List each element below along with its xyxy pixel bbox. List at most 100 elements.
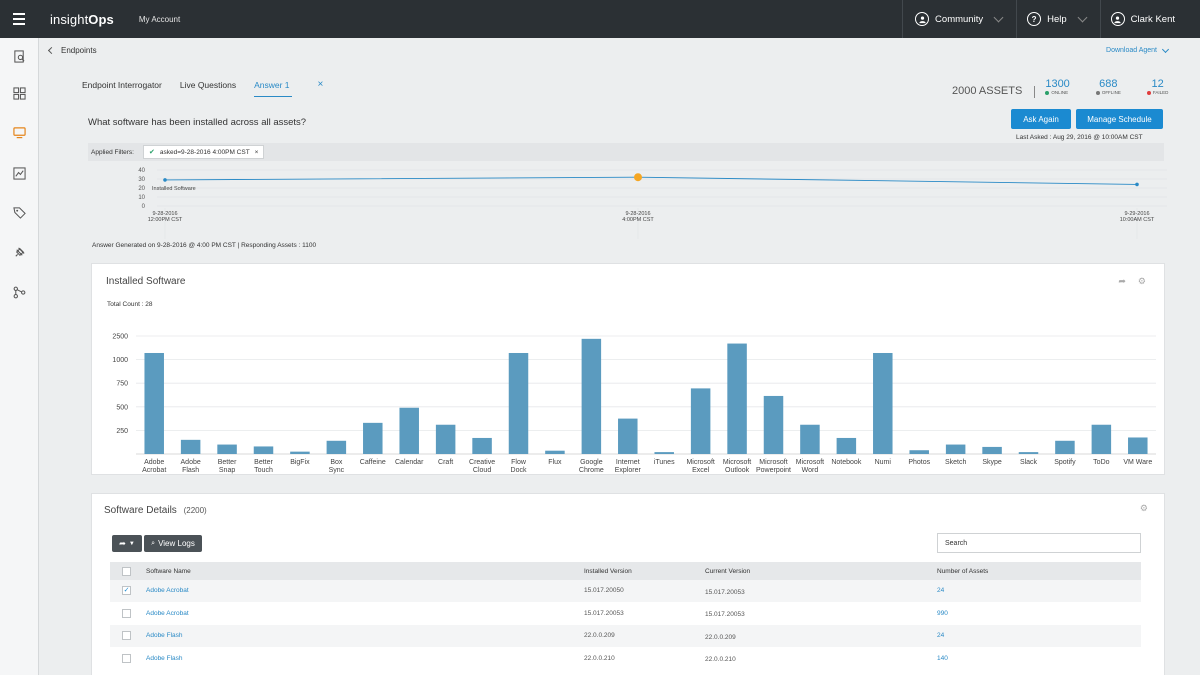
column-header-installed-version[interactable]: Installed Version (584, 568, 632, 575)
chart-x-tick-label: Flow (511, 459, 527, 466)
offline-stat: 688 OFFLINE (1095, 78, 1121, 95)
answer-generated-text: Answer Generated on 9-28-2016 @ 4:00 PM … (92, 242, 317, 249)
chart-x-tick-label: Craft (438, 459, 453, 466)
chart-x-tick-label: Numi (875, 459, 892, 466)
chart-bar (508, 352, 529, 454)
chart-bar (945, 444, 966, 454)
tab-answer-1[interactable]: Answer 1 (254, 80, 292, 97)
column-header-number-of-assets[interactable]: Number of Assets (937, 568, 988, 575)
help-icon: ? (1027, 12, 1042, 26)
gear-icon[interactable]: ⚙ (1138, 276, 1146, 287)
chart-x-tick-label: VM Ware (1123, 459, 1152, 466)
applied-filters-label: Applied Filters: (91, 148, 134, 156)
manage-schedule-button[interactable]: Manage Schedule (1076, 109, 1163, 129)
workflow-nodes-icon[interactable] (13, 286, 26, 299)
chart-bar (654, 452, 674, 454)
dashboard-icon[interactable] (13, 87, 26, 100)
activity-chart-icon[interactable] (13, 167, 26, 180)
software-name-link[interactable]: Adobe Flash (146, 655, 183, 662)
timeline-y-tick: 40 (138, 168, 145, 174)
search-input[interactable]: Search (937, 533, 1141, 553)
tab-bar: Endpoint Interrogator Live Questions Ans… (82, 80, 323, 97)
tag-icon[interactable] (13, 206, 26, 219)
ask-again-button[interactable]: Ask Again (1011, 109, 1071, 129)
endpoints-monitor-icon[interactable] (13, 126, 26, 139)
chart-bar (690, 388, 711, 454)
chart-bar (399, 407, 419, 454)
timeline-point (1135, 182, 1139, 187)
table-row[interactable]: Adobe Flash 22.0.0.209 22.0.0.209 24 (110, 625, 1141, 648)
chart-bar (1128, 437, 1148, 454)
software-name-link[interactable]: Adobe Acrobat (146, 610, 189, 617)
chart-bar (180, 439, 201, 454)
chart-bar (217, 444, 237, 454)
hamburger-menu-icon[interactable] (0, 0, 38, 38)
remove-filter-icon[interactable]: × (255, 149, 259, 156)
table-row[interactable]: Adobe Acrobat 15.017.20053 15.017.20053 990 (110, 603, 1141, 625)
assets-total: 2000 ASSETS (952, 85, 1023, 97)
chart-x-tick-label: iTunes (654, 459, 675, 466)
search-document-icon[interactable] (13, 50, 26, 63)
chart-y-tick-label: 500 (116, 404, 128, 411)
chart-bar (800, 424, 820, 454)
timeline-series-line (164, 176, 1138, 185)
chevron-down-icon (993, 12, 1004, 22)
chart-x-tick-label: Outlook (725, 467, 750, 474)
tab-live-questions[interactable]: Live Questions (180, 80, 236, 97)
number-of-assets-link[interactable]: 24 (937, 632, 944, 639)
software-name-link[interactable]: Adobe Acrobat (146, 587, 189, 594)
row-checkbox[interactable] (122, 653, 131, 663)
divider (1034, 86, 1036, 98)
table-row[interactable]: ✓ Adobe Acrobat 15.017.20050 15.017.20053 24 (110, 580, 1141, 603)
user-avatar-icon (1110, 12, 1125, 26)
column-header-software-name[interactable]: Software Name (146, 568, 191, 575)
chart-bar (1055, 440, 1075, 454)
row-checkbox[interactable] (122, 631, 131, 641)
my-account-link[interactable]: My Account (139, 15, 180, 24)
row-checkbox[interactable]: ✓ (122, 586, 131, 596)
timeline-y-tick: 30 (138, 177, 145, 183)
number-of-assets-link[interactable]: 140 (937, 655, 948, 662)
failed-label: FAILED (1152, 90, 1169, 95)
table-row[interactable]: Adobe Flash 22.0.0.210 22.0.0.210 140 (110, 648, 1141, 670)
app-logo[interactable]: insightOps (50, 12, 114, 27)
community-label: Community (935, 13, 984, 25)
breadcrumb: Endpoints (40, 38, 1200, 62)
chart-bar (727, 343, 747, 454)
filter-chip[interactable]: ✔ asked=9-28-2016 4:00PM CST × (143, 145, 265, 159)
breadcrumb-endpoints[interactable]: Endpoints (61, 46, 97, 55)
software-name-link[interactable]: Adobe Flash (146, 632, 183, 639)
plug-icon[interactable] (13, 246, 26, 259)
chart-x-tick-label: Slack (1020, 459, 1038, 466)
community-menu[interactable]: Community (902, 0, 1016, 38)
chart-bar (618, 418, 638, 454)
chart-y-tick-label: 250 (116, 428, 128, 435)
chart-x-tick-label: Photos (908, 459, 930, 466)
chart-x-tick-label: Microsoft (796, 459, 824, 466)
number-of-assets-link[interactable]: 24 (937, 587, 944, 594)
chart-x-tick-label: Powerpoint (756, 467, 791, 474)
view-logs-label: View Logs (158, 539, 195, 548)
chart-x-tick-label: Calendar (395, 459, 424, 466)
current-version-cell: 22.0.0.209 (705, 633, 736, 641)
close-tab-icon[interactable]: × (318, 80, 324, 97)
share-dropdown-button[interactable]: ➦ ▼ (112, 535, 142, 552)
column-header-current-version[interactable]: Current Version (705, 568, 750, 575)
last-asked-text: Last Asked : Aug 29, 2016 @ 10:00AM CST (1016, 134, 1143, 141)
back-chevron-icon[interactable] (47, 46, 56, 54)
gear-icon[interactable]: ⚙ (1140, 503, 1148, 514)
download-agent-dropdown[interactable]: Download Agent (1106, 45, 1170, 54)
chart-x-tick-label: BigFix (290, 459, 310, 466)
user-menu[interactable]: Clark Kent (1099, 0, 1200, 38)
download-agent-label: Download Agent (1106, 47, 1157, 54)
number-of-assets-link[interactable]: 990 (937, 610, 948, 617)
help-menu[interactable]: ? Help (1016, 0, 1100, 38)
chart-bar (290, 451, 310, 454)
select-all-checkbox[interactable] (122, 566, 131, 576)
installed-software-panel: Installed Software ➦ ⚙ Total Count : 28 … (91, 263, 1165, 475)
top-navigation-bar: insightOps My Account Community ? Help C… (0, 0, 1200, 38)
share-arrow-icon[interactable]: ➦ (1118, 276, 1126, 287)
view-logs-button[interactable]: ⌕ View Logs (144, 535, 202, 552)
tab-endpoint-interrogator[interactable]: Endpoint Interrogator (82, 80, 162, 97)
row-checkbox[interactable] (122, 608, 131, 618)
